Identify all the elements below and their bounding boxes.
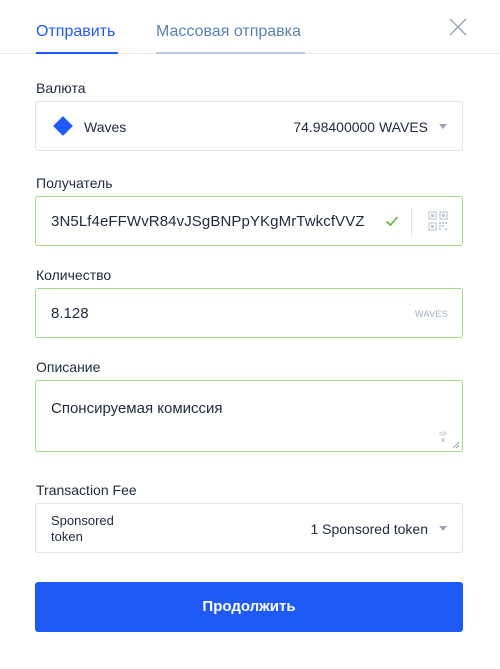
amount-label: Количество — [36, 267, 112, 283]
amount-input[interactable]: 8.128 — [51, 304, 89, 324]
description-label: Описание — [36, 359, 101, 375]
attachment-icon — [438, 431, 448, 442]
currency-label: Валюта — [36, 80, 86, 96]
currency-balance: 74.98400000 WAVES — [293, 119, 428, 135]
close-icon — [449, 18, 467, 36]
chevron-down-icon — [439, 526, 447, 531]
amount-field[interactable]: 8.128 WAVES — [35, 288, 463, 338]
send-dialog: Отправить Массовая отправка Валюта Waves… — [0, 0, 500, 669]
fee-value: 1 Sponsored token — [310, 521, 428, 537]
currency-select[interactable]: Waves 74.98400000 WAVES — [35, 101, 463, 151]
qr-code-icon[interactable] — [428, 211, 448, 231]
tab-send[interactable]: Отправить — [36, 22, 115, 42]
resize-handle-icon[interactable] — [452, 441, 460, 449]
tab-mass-send-indicator — [156, 52, 305, 54]
amount-unit: WAVES — [414, 309, 448, 319]
fee-select[interactable]: Sponsored token 1 Sponsored token — [35, 503, 463, 553]
waves-logo-icon — [53, 116, 73, 136]
close-button[interactable] — [448, 17, 468, 37]
tab-send-indicator — [36, 52, 118, 54]
recipient-field[interactable]: 3N5Lf4eFFWvR84vJSgBNPpYKgMrTwkcfVVZ — [35, 196, 463, 246]
recipient-input[interactable]: 3N5Lf4eFFWvR84vJSgBNPpYKgMrTwkcfVVZ — [51, 212, 365, 232]
divider — [411, 207, 412, 237]
tab-mass-send[interactable]: Массовая отправка — [156, 22, 301, 42]
tab-bar: Отправить Массовая отправка — [0, 0, 500, 54]
description-field[interactable]: Спонсируемая комиссия — [35, 380, 463, 452]
continue-button[interactable]: Продолжить — [35, 582, 463, 632]
description-input[interactable]: Спонсируемая комиссия — [51, 399, 223, 419]
recipient-label: Получатель — [36, 175, 113, 191]
check-icon — [385, 216, 399, 227]
chevron-down-icon — [439, 124, 447, 129]
currency-name: Waves — [84, 119, 127, 135]
fee-name: Sponsored token — [51, 513, 114, 544]
fee-label: Transaction Fee — [36, 482, 137, 498]
